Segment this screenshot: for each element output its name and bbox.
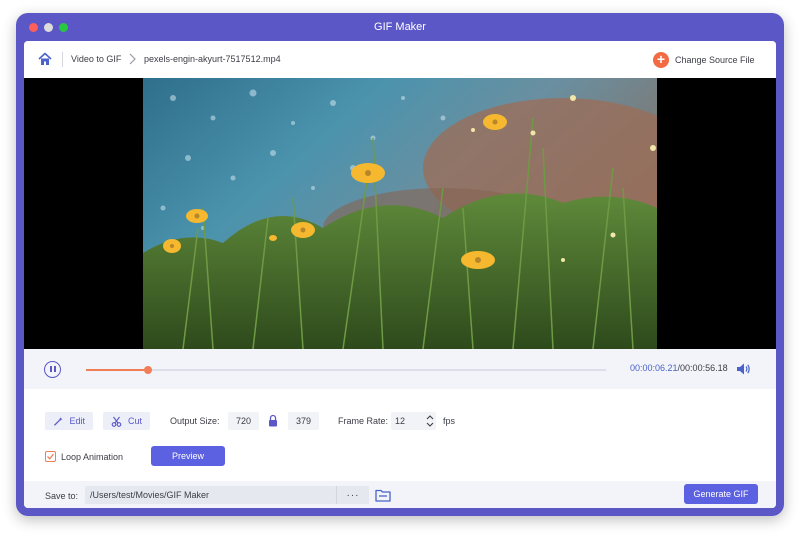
cut-button[interactable]: Cut: [103, 412, 150, 430]
seek-slider[interactable]: [86, 366, 606, 374]
plus-icon: +: [653, 51, 669, 68]
preview-button[interactable]: Preview: [151, 446, 225, 466]
edit-label: Edit: [69, 416, 85, 426]
breadcrumb-section[interactable]: Video to GIF: [71, 54, 121, 64]
main-content: Video to GIF pexels-engin-akyurt-7517512…: [24, 41, 776, 508]
home-icon[interactable]: [38, 52, 52, 66]
checkmark-icon: [47, 453, 55, 460]
output-height-input[interactable]: 379: [288, 412, 319, 430]
breadcrumb-file: pexels-engin-akyurt-7517512.mp4: [144, 54, 281, 64]
magic-wand-icon: [53, 416, 63, 426]
seek-progress: [86, 369, 148, 371]
breadcrumb-divider: [62, 52, 63, 67]
change-source-button[interactable]: + Change Source File: [653, 51, 755, 68]
video-frame-image: [143, 78, 657, 349]
fps-unit: fps: [443, 416, 456, 426]
loop-animation-label[interactable]: Loop Animation: [61, 452, 123, 462]
video-preview[interactable]: [24, 78, 776, 349]
seek-handle[interactable]: [144, 366, 152, 374]
pause-button[interactable]: [44, 361, 61, 378]
title-bar: GIF Maker: [16, 13, 784, 41]
save-to-label: Save to:: [45, 491, 79, 501]
save-path-value: /Users/test/Movies/GIF Maker: [90, 490, 210, 500]
loop-animation-checkbox[interactable]: [45, 451, 56, 462]
frame-rate-stepper[interactable]: [424, 412, 436, 430]
scissors-icon: [111, 416, 122, 427]
browse-path-button[interactable]: ···: [336, 486, 369, 504]
playback-controls: 00:00:06.21/00:00:56.18: [24, 349, 776, 389]
output-width-input[interactable]: 720: [228, 412, 259, 430]
window-title: GIF Maker: [374, 21, 426, 33]
chevron-right-icon: [129, 53, 136, 65]
volume-icon[interactable]: [735, 361, 751, 377]
frame-rate-label: Frame Rate:: [338, 416, 389, 426]
open-folder-icon[interactable]: [375, 488, 391, 502]
total-time: /00:00:56.18: [677, 363, 728, 373]
breadcrumb: Video to GIF pexels-engin-akyurt-7517512…: [24, 41, 776, 78]
app-window: GIF Maker Video to GIF pexels-engin-akyu…: [16, 13, 784, 516]
change-source-label: Change Source File: [675, 54, 755, 65]
cut-label: Cut: [127, 416, 142, 426]
edit-button[interactable]: Edit: [45, 412, 93, 430]
frame-rate-value: 12: [395, 416, 406, 426]
output-size-label: Output Size:: [170, 416, 220, 426]
current-time: 00:00:06.21: [630, 363, 678, 373]
save-path-field[interactable]: /Users/test/Movies/GIF Maker: [85, 486, 336, 504]
time-display: 00:00:06.21/00:00:56.18: [630, 363, 728, 373]
generate-gif-button[interactable]: Generate GIF: [684, 484, 758, 504]
save-bar: Save to: /Users/test/Movies/GIF Maker ··…: [24, 481, 776, 508]
gif-settings-panel: Edit Cut Output Size: 720 379 Frame Rate…: [24, 389, 776, 481]
lock-icon[interactable]: [268, 414, 278, 427]
